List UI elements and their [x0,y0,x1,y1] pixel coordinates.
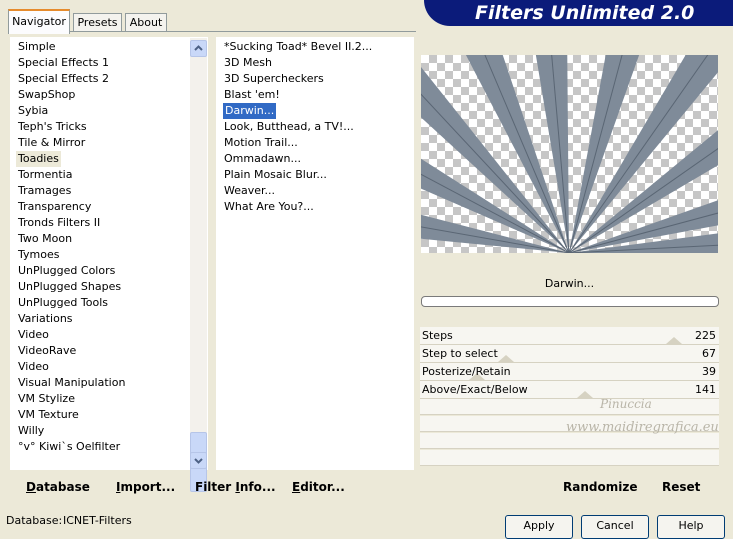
parameter-slider[interactable]: Steps 225 [420,327,719,345]
category-item[interactable]: Video [18,327,49,343]
chevron-down-icon [194,458,203,464]
database-accel: D [26,480,36,494]
parameter-value: 39 [702,365,716,378]
category-item[interactable]: VM Stylize [18,391,75,407]
parameter-value: 67 [702,347,716,360]
category-item[interactable]: Special Effects 2 [18,71,109,87]
empty-slider-row [420,399,719,415]
slider-thumb[interactable] [577,391,593,398]
randomize-button[interactable]: Randomize [563,480,637,494]
category-item[interactable]: Two Moon [18,231,72,247]
filter-item[interactable]: Look, Butthead, a TV!... [224,119,354,135]
category-item[interactable]: Tronds Filters II [18,215,100,231]
filter-info-rest: nfo... [239,480,276,494]
preview-image [421,55,718,253]
database-rest: atabase [35,480,90,494]
category-item[interactable]: SwapShop [18,87,75,103]
category-item[interactable]: Tymoes [18,247,59,263]
filter-item[interactable]: Plain Mosaic Blur... [224,167,327,183]
parameter-value: 141 [695,383,716,396]
parameter-label: Step to select [422,347,498,360]
filter-item[interactable]: Blast 'em! [224,87,280,103]
category-item[interactable]: VM Texture [18,407,79,423]
category-list[interactable]: Simple Special Effects 1 Special Effects 2… [10,37,208,470]
preview-label: Darwin... [420,272,719,296]
progress-bar [421,296,719,307]
import-button[interactable]: Import... [116,480,175,494]
status-label: Database: [6,514,63,527]
filter-item[interactable]: *Sucking Toad* Bevel II.2... [224,39,372,55]
category-item[interactable]: Toadies [16,151,61,167]
filter-item[interactable]: Ommadawn... [224,151,301,167]
category-item[interactable]: Visual Manipulation [18,375,125,391]
tab-presets[interactable]: Presets [73,13,122,32]
apply-button[interactable]: Apply [505,515,573,539]
parameter-slider[interactable]: Step to select 67 [420,345,719,363]
category-item[interactable]: Tramages [18,183,71,199]
category-item[interactable]: VideoRave [18,343,76,359]
filter-item[interactable]: 3D Supercheckers [224,71,324,87]
editor-accel: E [292,480,301,494]
category-item[interactable]: Teph's Tricks [18,119,87,135]
category-item[interactable]: Willy [18,423,44,439]
chevron-up-icon [194,45,203,51]
category-item[interactable]: Variations [18,311,73,327]
scroll-down-button[interactable] [190,452,207,469]
parameter-label: Steps [422,329,453,342]
category-item[interactable]: Tormentia [18,167,72,183]
category-item[interactable]: Transparency [18,199,91,215]
import-rest: mport... [120,480,176,494]
category-item[interactable]: Special Effects 1 [18,55,109,71]
watermark-url: www.maidiregrafica.eu [566,420,719,435]
database-button[interactable]: Database [26,480,90,494]
parameter-label: Posterize/Retain [422,365,511,378]
darwin-rays-preview [421,55,718,253]
editor-rest: ditor... [300,480,345,494]
category-item[interactable]: UnPlugged Shapes [18,279,121,295]
status-value: ICNET-Filters [63,514,132,527]
editor-button[interactable]: Editor... [292,480,345,494]
filter-item[interactable]: What Are You?... [224,199,314,215]
category-item[interactable]: Tile & Mirror [18,135,85,151]
category-item[interactable]: UnPlugged Tools [18,295,108,311]
filter-item[interactable]: Darwin... [223,103,277,119]
slider-thumb[interactable] [666,337,682,344]
filter-item[interactable]: 3D Mesh [224,55,272,71]
filter-info-prefix: Filter [195,480,236,494]
category-scrollbar[interactable] [190,38,207,492]
category-item[interactable]: °v° Kiwi`s Oelfilter [18,439,120,455]
filter-item[interactable]: Motion Trail... [224,135,298,151]
category-item[interactable]: Sybia [18,103,48,119]
filter-list[interactable]: *Sucking Toad* Bevel II.2... 3D Mesh 3D Su… [216,37,414,470]
category-item[interactable]: Video [18,359,49,375]
help-button[interactable]: Help [657,515,725,539]
filter-item[interactable]: Weaver... [224,183,275,199]
reset-button[interactable]: Reset [662,480,700,494]
category-item[interactable]: Simple [18,39,56,55]
tab-about[interactable]: About [125,13,167,32]
parameter-slider[interactable]: Posterize/Retain 39 [420,363,719,381]
empty-slider-row [420,450,719,466]
category-item[interactable]: UnPlugged Colors [18,263,115,279]
parameter-label: Above/Exact/Below [422,383,528,396]
app-title: Filters Unlimited 2.0 [475,2,695,24]
filter-info-button[interactable]: Filter Info... [195,480,276,494]
empty-slider-row [420,433,719,449]
slider-thumb[interactable] [498,355,514,362]
scroll-up-button[interactable] [190,40,207,57]
tab-navigator[interactable]: Navigator [8,9,70,34]
watermark-name: Pinuccia [600,397,652,411]
cancel-button[interactable]: Cancel [581,515,649,539]
parameter-value: 225 [695,329,716,342]
parameter-slider[interactable]: Above/Exact/Below 141 [420,381,719,399]
